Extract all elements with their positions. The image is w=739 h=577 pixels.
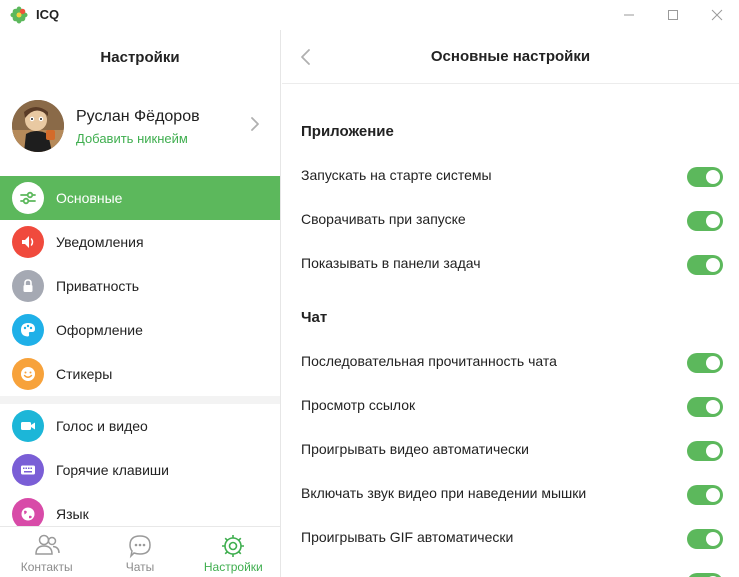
autoplay-video-toggle[interactable] <box>687 441 723 461</box>
sequential-read-toggle[interactable] <box>687 353 723 373</box>
sidebar-title: Настройки <box>100 48 180 66</box>
lock-icon <box>12 270 44 302</box>
setting-label: Просмотр ссылок <box>301 397 416 413</box>
setting-row-sequential-read[interactable]: Последовательная прочитанность чата <box>282 341 739 385</box>
toggle-knob <box>706 444 720 458</box>
menu-item-voice-video[interactable]: Голос и видео <box>0 404 280 448</box>
autoplay-gif-toggle[interactable] <box>687 529 723 549</box>
add-nickname-link[interactable]: Добавить никнейм <box>76 131 188 146</box>
bottom-tab-bar: Контакты Чаты Настройки <box>0 526 280 577</box>
setting-label: Показывать в панели задач <box>301 255 481 271</box>
maximize-icon <box>668 10 678 20</box>
toggle-knob <box>706 170 720 184</box>
settings-menu: Основные Уведомления Приватность Оформле… <box>0 176 280 536</box>
menu-item-label: Уведомления <box>56 234 144 250</box>
taskbar-toggle[interactable] <box>687 255 723 275</box>
toggle-knob <box>706 214 720 228</box>
minimize-icon <box>624 14 634 16</box>
window-title: ICQ <box>36 7 60 22</box>
keyboard-icon <box>12 454 44 486</box>
tab-label: Контакты <box>20 560 73 574</box>
minimize-on-start-toggle[interactable] <box>687 211 723 231</box>
title-bar: ICQ <box>0 0 739 30</box>
menu-item-privacy[interactable]: Приватность <box>0 264 280 308</box>
setting-row-link-preview[interactable]: Просмотр ссылок <box>282 385 739 429</box>
settings-gear-icon <box>222 535 245 557</box>
setting-label: Проигрывать GIF автоматически <box>301 529 514 545</box>
setting-row-partial <box>282 561 739 577</box>
setting-row-minimize-on-start[interactable]: Сворачивать при запуске <box>282 199 739 243</box>
section-title-application: Приложение <box>301 123 394 140</box>
setting-label: Последовательная прочитанность чата <box>301 353 557 369</box>
setting-row-taskbar[interactable]: Показывать в панели задач <box>282 243 739 287</box>
speaker-icon <box>12 226 44 258</box>
toggle-knob <box>706 400 720 414</box>
tab-chats[interactable]: Чаты <box>93 527 186 577</box>
setting-label: Сворачивать при запуске <box>301 211 466 227</box>
palette-icon <box>12 314 44 346</box>
menu-item-label: Стикеры <box>56 366 113 382</box>
avatar[interactable] <box>12 100 64 152</box>
close-button[interactable] <box>694 0 739 30</box>
page-title: Основные настройки <box>430 48 591 65</box>
setting-row-autostart[interactable]: Запускать на старте системы <box>282 155 739 199</box>
menu-item-label: Основные <box>56 190 123 206</box>
section-title-chat: Чат <box>301 309 328 326</box>
profile-card[interactable]: Руслан Фёдоров Добавить никнейм <box>0 92 280 162</box>
setting-row-video-sound-hover[interactable]: Включать звук видео при наведении мышки <box>282 473 739 517</box>
video-camera-icon <box>12 410 44 442</box>
settings-main-panel: Основные настройки Приложение Запускать … <box>282 30 739 577</box>
settings-sidebar: Настройки Руслан Фёдоров Добавить никней… <box>0 30 281 577</box>
partial-toggle[interactable] <box>687 573 723 577</box>
smiley-icon <box>12 358 44 390</box>
setting-row-autoplay-gif[interactable]: Проигрывать GIF автоматически <box>282 517 739 561</box>
contacts-icon <box>34 534 60 555</box>
setting-label: Запускать на старте системы <box>301 167 492 183</box>
menu-item-label: Голос и видео <box>56 418 148 434</box>
icq-flower-icon <box>10 6 28 24</box>
menu-item-general[interactable]: Основные <box>0 176 280 220</box>
chat-bubble-icon <box>129 535 151 559</box>
maximize-button[interactable] <box>650 0 696 30</box>
profile-name: Руслан Фёдоров <box>76 108 200 125</box>
chevron-right-icon[interactable] <box>250 116 260 132</box>
close-icon <box>711 9 723 21</box>
menu-item-label: Горячие клавиши <box>56 462 169 478</box>
setting-label: Проигрывать видео автоматически <box>301 441 529 457</box>
avatar-image <box>12 100 64 152</box>
minimize-button[interactable] <box>606 0 652 30</box>
link-preview-toggle[interactable] <box>687 397 723 417</box>
tab-settings[interactable]: Настройки <box>187 527 280 577</box>
toggle-knob <box>706 258 720 272</box>
menu-item-stickers[interactable]: Стикеры <box>0 352 280 396</box>
autostart-toggle[interactable] <box>687 167 723 187</box>
main-header: Основные настройки <box>282 30 739 84</box>
menu-item-label: Приватность <box>56 278 140 294</box>
toggle-knob <box>706 488 720 502</box>
tab-contacts[interactable]: Контакты <box>0 527 93 577</box>
toggle-knob <box>706 356 720 370</box>
menu-item-appearance[interactable]: Оформление <box>0 308 280 352</box>
toggle-knob <box>706 532 720 546</box>
menu-item-label: Оформление <box>56 322 143 338</box>
menu-item-label: Язык <box>56 506 89 522</box>
tab-label: Настройки <box>203 560 263 574</box>
setting-label: Включать звук видео при наведении мышки <box>301 485 587 501</box>
menu-item-notifications[interactable]: Уведомления <box>0 220 280 264</box>
menu-item-hotkeys[interactable]: Горячие клавиши <box>0 448 280 492</box>
tab-label: Чаты <box>125 560 155 574</box>
sliders-icon <box>12 182 44 214</box>
menu-divider <box>0 396 280 404</box>
video-sound-hover-toggle[interactable] <box>687 485 723 505</box>
setting-row-autoplay-video[interactable]: Проигрывать видео автоматически <box>282 429 739 473</box>
